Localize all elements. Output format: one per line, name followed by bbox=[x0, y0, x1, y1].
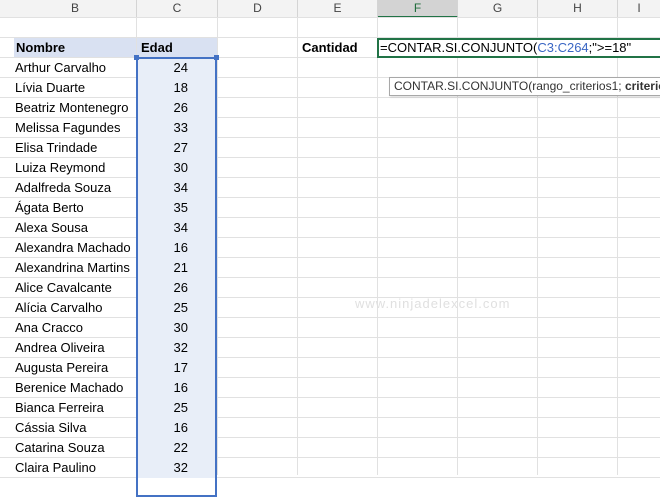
name-cell[interactable]: Alexandrina Martins bbox=[14, 258, 137, 278]
formula-text[interactable]: =CONTAR.SI.CONJUNTO(C3:C264;">=18" bbox=[380, 38, 631, 58]
name-cell[interactable]: Augusta Pereira bbox=[14, 358, 137, 378]
formula-range-ref: C3:C264 bbox=[537, 40, 589, 55]
watermark-text: www.ninjadelexcel.com bbox=[355, 296, 511, 311]
name-cell[interactable]: Alice Cavalcante bbox=[14, 278, 137, 298]
column-header-bar: B C D E F G H I bbox=[0, 0, 660, 18]
name-cell[interactable]: Alícia Carvalho bbox=[14, 298, 137, 318]
name-cell[interactable]: Alexandra Machado bbox=[14, 238, 137, 258]
name-cell[interactable]: Elisa Trindade bbox=[14, 138, 137, 158]
name-cell[interactable]: Bianca Ferreira bbox=[14, 398, 137, 418]
name-cell[interactable]: Claira Paulino bbox=[14, 458, 137, 478]
name-cell[interactable]: Adalfreda Souza bbox=[14, 178, 137, 198]
range-handle-top-right[interactable] bbox=[214, 55, 219, 60]
column-header-g[interactable]: G bbox=[458, 0, 538, 17]
name-cell[interactable]: Alexa Sousa bbox=[14, 218, 137, 238]
referenced-range-c3-c264 bbox=[136, 57, 217, 497]
name-cell[interactable]: Ana Cracco bbox=[14, 318, 137, 338]
column-header-f[interactable]: F bbox=[378, 0, 458, 18]
name-cell[interactable]: Luiza Reymond bbox=[14, 158, 137, 178]
column-header-c[interactable]: C bbox=[137, 0, 218, 17]
name-cell[interactable]: Cássia Silva bbox=[14, 418, 137, 438]
cantidad-label-cell[interactable]: Cantidad bbox=[302, 38, 358, 58]
column-header-b[interactable]: B bbox=[14, 0, 137, 17]
column-header-h[interactable]: H bbox=[538, 0, 618, 17]
tooltip-text: CONTAR.SI.CONJUNTO(rango_criterios1; bbox=[394, 79, 625, 93]
header-nombre-label: Nombre bbox=[16, 40, 66, 55]
formula-prefix: =CONTAR.SI.CONJUNTO( bbox=[380, 40, 538, 55]
name-cell[interactable]: Melissa Fagundes bbox=[14, 118, 137, 138]
range-handle-top-left[interactable] bbox=[134, 55, 139, 60]
header-edad-label: Edad bbox=[141, 40, 173, 55]
formula-suffix: ;">=18" bbox=[588, 40, 632, 55]
name-cell[interactable]: Arthur Carvalho bbox=[14, 58, 137, 78]
name-cell[interactable]: Andrea Oliveira bbox=[14, 338, 137, 358]
name-cell[interactable]: Beatriz Montenegro bbox=[14, 98, 137, 118]
name-cell[interactable]: Berenice Machado bbox=[14, 378, 137, 398]
tooltip-bold-arg: criterio1; bbox=[624, 79, 660, 93]
column-header-d[interactable]: D bbox=[218, 0, 298, 17]
column-header-i[interactable]: I bbox=[618, 0, 660, 17]
worksheet-grid[interactable]: Nombre Edad Cantidad Arthur Carvalho 24 Lí… bbox=[0, 17, 660, 497]
name-cell[interactable]: Lívia Duarte bbox=[14, 78, 137, 98]
function-tooltip[interactable]: CONTAR.SI.CONJUNTO(rango_criterios1; cri… bbox=[389, 77, 660, 96]
name-cell[interactable]: Catarina Souza bbox=[14, 438, 137, 458]
column-header-e[interactable]: E bbox=[298, 0, 378, 17]
name-cell[interactable]: Ágata Berto bbox=[14, 198, 137, 218]
